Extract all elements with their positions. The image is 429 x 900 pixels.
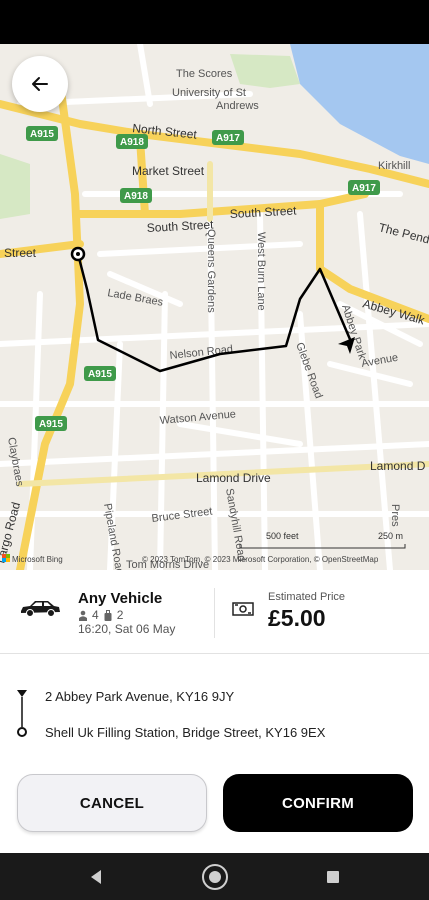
map-label-west-burn-lane: West Burn Lane xyxy=(255,232,267,311)
map-label-kirkhill: Kirkhill xyxy=(378,160,410,172)
scale-meters: 250 m xyxy=(378,531,403,541)
road-badge: A918 xyxy=(116,134,148,149)
nav-back-button[interactable] xyxy=(66,853,126,900)
map-label-university-line: University of St xyxy=(172,87,246,99)
map-label-queens-gardens: Queens Gardens xyxy=(205,229,217,313)
road-badge: A917 xyxy=(348,180,380,195)
nav-home-button[interactable] xyxy=(185,853,245,900)
map-label-lamond-drive-2: Lamond D xyxy=(370,459,426,473)
divider xyxy=(214,588,215,638)
vehicle-name: Any Vehicle xyxy=(78,590,163,607)
arrow-left-icon xyxy=(32,77,48,91)
svg-text:A915: A915 xyxy=(88,369,112,380)
luggage-icon xyxy=(104,609,112,621)
scale-feet: 500 feet xyxy=(266,531,299,541)
nav-back-icon xyxy=(91,869,101,884)
pickup-triangle-icon xyxy=(17,690,27,697)
route-timeline xyxy=(17,690,27,737)
svg-text:A918: A918 xyxy=(120,137,144,148)
vehicle-capacity: 4 2 xyxy=(78,608,123,622)
road-badge: A918 xyxy=(120,188,152,203)
route-details xyxy=(0,655,429,765)
road-badge: A915 xyxy=(35,416,67,431)
system-nav-bar xyxy=(0,853,429,900)
road-badge: A915 xyxy=(26,126,58,141)
pickup-address[interactable]: 2 Abbey Park Avenue, KY16 9JY xyxy=(45,689,234,704)
passenger-icon xyxy=(79,610,87,621)
map-label-lamond-drive: Lamond Drive xyxy=(196,471,271,485)
map-view[interactable]: The Scores University of St Andrews North… xyxy=(0,44,429,570)
dropoff-address[interactable]: Shell Uk Filling Station, Bridge Street,… xyxy=(45,725,325,740)
map-label-the-scores: The Scores xyxy=(176,68,233,80)
map-attribution: © 2023 TomTom, © 2023 Microsoft Corporat… xyxy=(142,555,379,564)
cash-icon xyxy=(232,602,254,616)
svg-text:A915: A915 xyxy=(39,419,63,430)
road-badge: A917 xyxy=(212,130,244,145)
map-label-pres: Pres xyxy=(389,504,401,527)
svg-text:A917: A917 xyxy=(216,133,240,144)
pickup-time: 16:20, Sat 06 May xyxy=(78,622,176,636)
passenger-count: 4 xyxy=(92,608,99,622)
luggage-count: 2 xyxy=(116,608,124,622)
map-label-street-left: Street xyxy=(4,246,37,260)
svg-text:A918: A918 xyxy=(124,191,148,202)
svg-text:A917: A917 xyxy=(352,183,376,194)
map-provider: Microsoft Bing xyxy=(12,555,63,564)
nav-home-icon xyxy=(202,863,228,890)
confirm-button[interactable]: CONFIRM xyxy=(223,774,413,832)
car-icon xyxy=(21,601,60,617)
map-label-university-line-2: Andrews xyxy=(216,100,259,112)
road-badge: A915 xyxy=(84,366,116,381)
price-label: Estimated Price xyxy=(268,591,346,603)
cancel-button[interactable]: CANCEL xyxy=(17,774,207,832)
nav-recents-icon xyxy=(327,870,339,883)
back-button[interactable] xyxy=(12,56,68,112)
price-value: £5.00 xyxy=(268,605,326,631)
dropoff-circle-icon xyxy=(17,727,27,737)
bing-logo-icon xyxy=(2,554,10,562)
svg-text:A915: A915 xyxy=(30,129,54,140)
map-canvas: The Scores University of St Andrews North… xyxy=(0,44,429,570)
status-bar xyxy=(0,0,429,44)
map-label-market-street: Market Street xyxy=(132,164,205,178)
nav-recents-button[interactable] xyxy=(303,853,363,900)
